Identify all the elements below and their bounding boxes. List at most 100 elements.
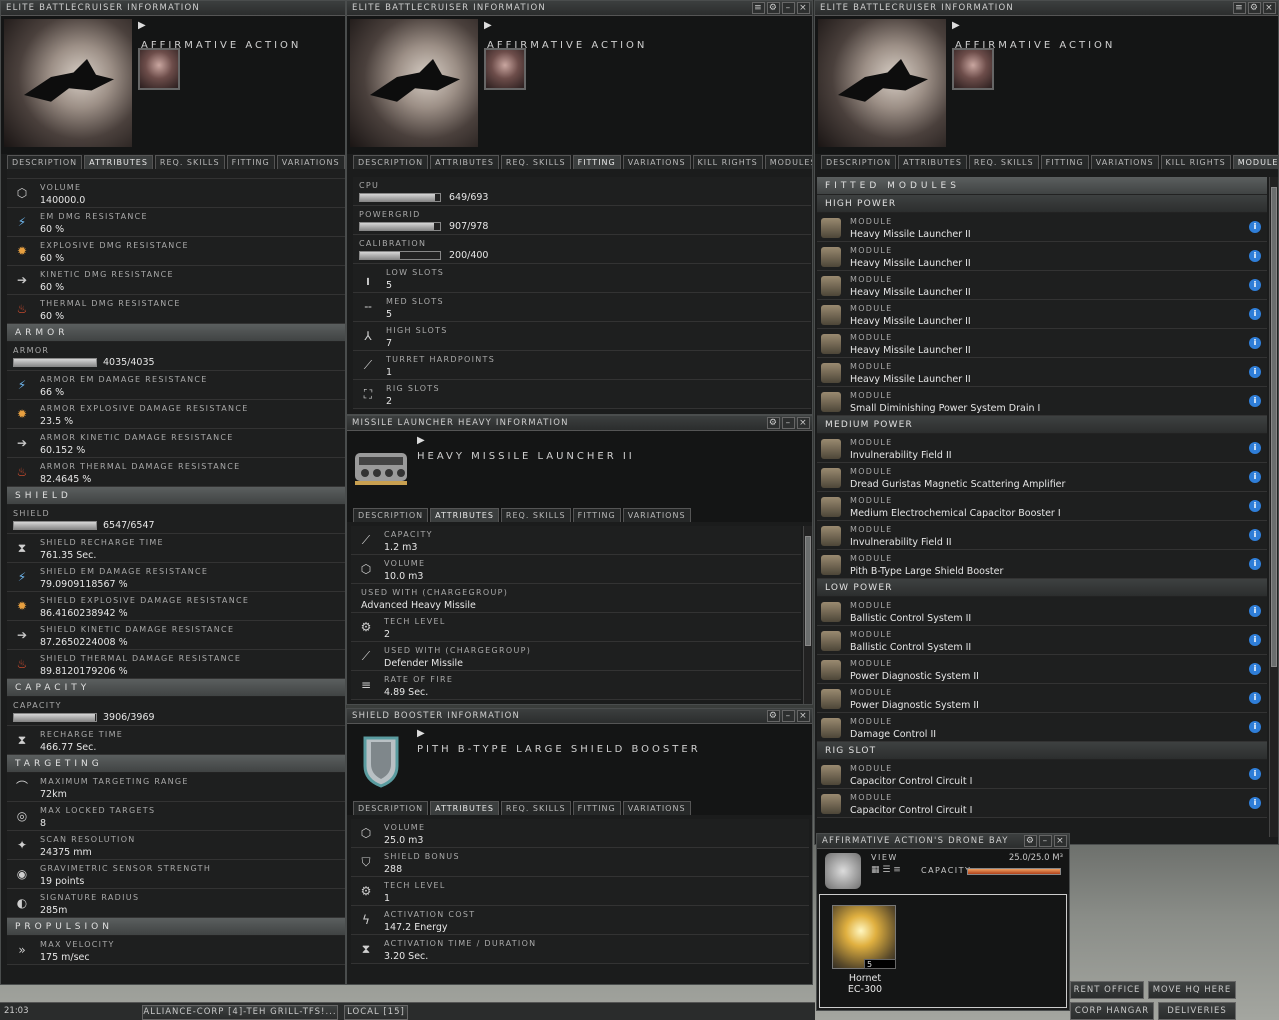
tab-kill-rights[interactable]: KILL RIGHTS: [1160, 155, 1231, 169]
window-title[interactable]: ELITE BATTLECRUISER INFORMATION: [1, 1, 345, 16]
module-row[interactable]: MODULE Heavy Missile Launcher II i: [817, 329, 1267, 358]
chat-tab-local[interactable]: LOCAL [15]: [344, 1005, 408, 1020]
info-icon[interactable]: i: [1249, 558, 1261, 570]
module-row[interactable]: MODULE Medium Electrochemical Capacitor B…: [817, 492, 1267, 521]
window-title[interactable]: ELITE BATTLECRUISER INFORMATION ≡ ⚙ ×: [815, 1, 1278, 16]
info-icon[interactable]: i: [1249, 634, 1261, 646]
module-row[interactable]: MODULE Heavy Missile Launcher II i: [817, 358, 1267, 387]
missile-scrollbar[interactable]: [803, 526, 812, 704]
window-title[interactable]: SHIELD BOOSTER INFORMATION ⚙ – ×: [347, 709, 812, 724]
tab-variations[interactable]: VARIATIONS: [1090, 155, 1159, 169]
window-title[interactable]: ELITE BATTLECRUISER INFORMATION ≡ ⚙ – ×: [347, 1, 812, 16]
minimize-icon[interactable]: –: [782, 710, 795, 722]
gear-icon[interactable]: ⚙: [767, 417, 780, 429]
info-icon[interactable]: i: [1249, 279, 1261, 291]
view-mode-icons[interactable]: ▦ ☰ ≡: [871, 865, 901, 875]
module-row[interactable]: MODULE Pith B-Type Large Shield Booster i: [817, 550, 1267, 579]
tab-fitting[interactable]: FITTING: [572, 801, 621, 815]
close-icon[interactable]: ×: [1054, 835, 1067, 847]
tab-variations[interactable]: VARIATIONS: [622, 801, 691, 815]
info-icon[interactable]: i: [1249, 529, 1261, 541]
chat-tab-alliance[interactable]: ALLIANCE-CORP [4]-TEH GRILL-TFS!...: [142, 1005, 338, 1020]
tab-attributes[interactable]: ATTRIBUTES: [898, 155, 967, 169]
tab-req-skills[interactable]: REQ. SKILLS: [500, 508, 571, 522]
tab-modules[interactable]: MODULES: [1232, 155, 1278, 169]
module-row[interactable]: MODULE Damage Control II i: [817, 713, 1267, 742]
tab-variations[interactable]: VARIATIONS: [276, 155, 345, 169]
gear-icon[interactable]: ⚙: [767, 2, 780, 14]
tab-kill-rights[interactable]: KILL RIGHTS: [692, 155, 763, 169]
module-row[interactable]: MODULE Ballistic Control System II i: [817, 626, 1267, 655]
close-icon[interactable]: ×: [797, 417, 810, 429]
info-icon[interactable]: i: [1249, 797, 1261, 809]
gear-icon[interactable]: ⚙: [767, 710, 780, 722]
info-icon[interactable]: i: [1249, 663, 1261, 675]
gear-icon[interactable]: ⚙: [1248, 2, 1261, 14]
info-icon[interactable]: i: [1249, 471, 1261, 483]
module-row[interactable]: MODULE Ballistic Control System II i: [817, 597, 1267, 626]
gear-icon[interactable]: ⚙: [1024, 835, 1037, 847]
tab-req-skills[interactable]: REQ. SKILLS: [968, 155, 1039, 169]
info-icon[interactable]: i: [1249, 500, 1261, 512]
info-icon[interactable]: i: [1249, 605, 1261, 617]
module-row[interactable]: MODULE Capacitor Control Circuit I i: [817, 760, 1267, 789]
expand-arrow-icon[interactable]: ▶: [417, 728, 425, 739]
tab-fitting[interactable]: FITTING: [1040, 155, 1089, 169]
close-icon[interactable]: ×: [797, 2, 810, 14]
move-hq-here-button[interactable]: MOVE HQ HERE: [1148, 981, 1236, 999]
info-icon[interactable]: i: [1249, 692, 1261, 704]
tab-attributes[interactable]: ATTRIBUTES: [84, 155, 153, 169]
pilot-portrait[interactable]: [952, 48, 994, 90]
info-icon[interactable]: i: [1249, 366, 1261, 378]
close-icon[interactable]: ×: [1263, 2, 1276, 14]
window-title[interactable]: AFFIRMATIVE ACTION'S DRONE BAY ⚙ – ×: [817, 834, 1069, 849]
tab-req-skills[interactable]: REQ. SKILLS: [500, 155, 571, 169]
module-row[interactable]: MODULE Capacitor Control Circuit I i: [817, 789, 1267, 818]
tab-variations[interactable]: VARIATIONS: [622, 508, 691, 522]
minimize-icon[interactable]: –: [782, 417, 795, 429]
expand-arrow-icon[interactable]: ▶: [138, 20, 146, 31]
tab-fitting[interactable]: FITTING: [226, 155, 275, 169]
info-icon[interactable]: i: [1249, 395, 1261, 407]
expand-arrow-icon[interactable]: ▶: [417, 435, 425, 446]
tab-description[interactable]: DESCRIPTION: [7, 155, 83, 169]
pilot-portrait[interactable]: [484, 48, 526, 90]
tab-variations[interactable]: VARIATIONS: [622, 155, 691, 169]
pilot-portrait[interactable]: [138, 48, 180, 90]
module-row[interactable]: MODULE Power Diagnostic System II i: [817, 655, 1267, 684]
info-icon[interactable]: i: [1249, 221, 1261, 233]
window-title[interactable]: MISSILE LAUNCHER HEAVY INFORMATION ⚙ – ×: [347, 416, 812, 431]
info-icon[interactable]: i: [1249, 442, 1261, 454]
drone-item[interactable]: 5 Hornet EC-300: [832, 905, 898, 1003]
module-row[interactable]: MODULE Heavy Missile Launcher II i: [817, 271, 1267, 300]
close-icon[interactable]: ×: [797, 710, 810, 722]
info-icon[interactable]: i: [1249, 721, 1261, 733]
info-icon[interactable]: i: [1249, 308, 1261, 320]
module-row[interactable]: MODULE Small Diminishing Power System Dra…: [817, 387, 1267, 416]
tab-attributes[interactable]: ATTRIBUTES: [430, 801, 499, 815]
minimize-icon[interactable]: –: [1039, 835, 1052, 847]
expand-arrow-icon[interactable]: ▶: [484, 20, 492, 31]
tab-attributes[interactable]: ATTRIBUTES: [430, 155, 499, 169]
tab-description[interactable]: DESCRIPTION: [353, 155, 429, 169]
tab-description[interactable]: DESCRIPTION: [353, 508, 429, 522]
collapse-icon[interactable]: ≡: [1233, 2, 1246, 14]
module-row[interactable]: MODULE Dread Guristas Magnetic Scattering…: [817, 463, 1267, 492]
collapse-icon[interactable]: ≡: [752, 2, 765, 14]
info-icon[interactable]: i: [1249, 250, 1261, 262]
modules-scrollbar[interactable]: [1269, 177, 1278, 837]
tab-description[interactable]: DESCRIPTION: [353, 801, 429, 815]
module-row[interactable]: MODULE Heavy Missile Launcher II i: [817, 213, 1267, 242]
minimize-icon[interactable]: –: [782, 2, 795, 14]
rent-office-button[interactable]: RENT OFFICE: [1070, 981, 1144, 999]
info-icon[interactable]: i: [1249, 768, 1261, 780]
expand-arrow-icon[interactable]: ▶: [952, 20, 960, 31]
tab-modules[interactable]: MODULES: [764, 155, 812, 169]
tab-attributes[interactable]: ATTRIBUTES: [430, 508, 499, 522]
info-icon[interactable]: i: [1249, 337, 1261, 349]
tab-fitting[interactable]: FITTING: [572, 508, 621, 522]
tab-req-skills[interactable]: REQ. SKILLS: [500, 801, 571, 815]
module-row[interactable]: MODULE Heavy Missile Launcher II i: [817, 300, 1267, 329]
module-row[interactable]: MODULE Invulnerability Field II i: [817, 521, 1267, 550]
module-row[interactable]: MODULE Power Diagnostic System II i: [817, 684, 1267, 713]
